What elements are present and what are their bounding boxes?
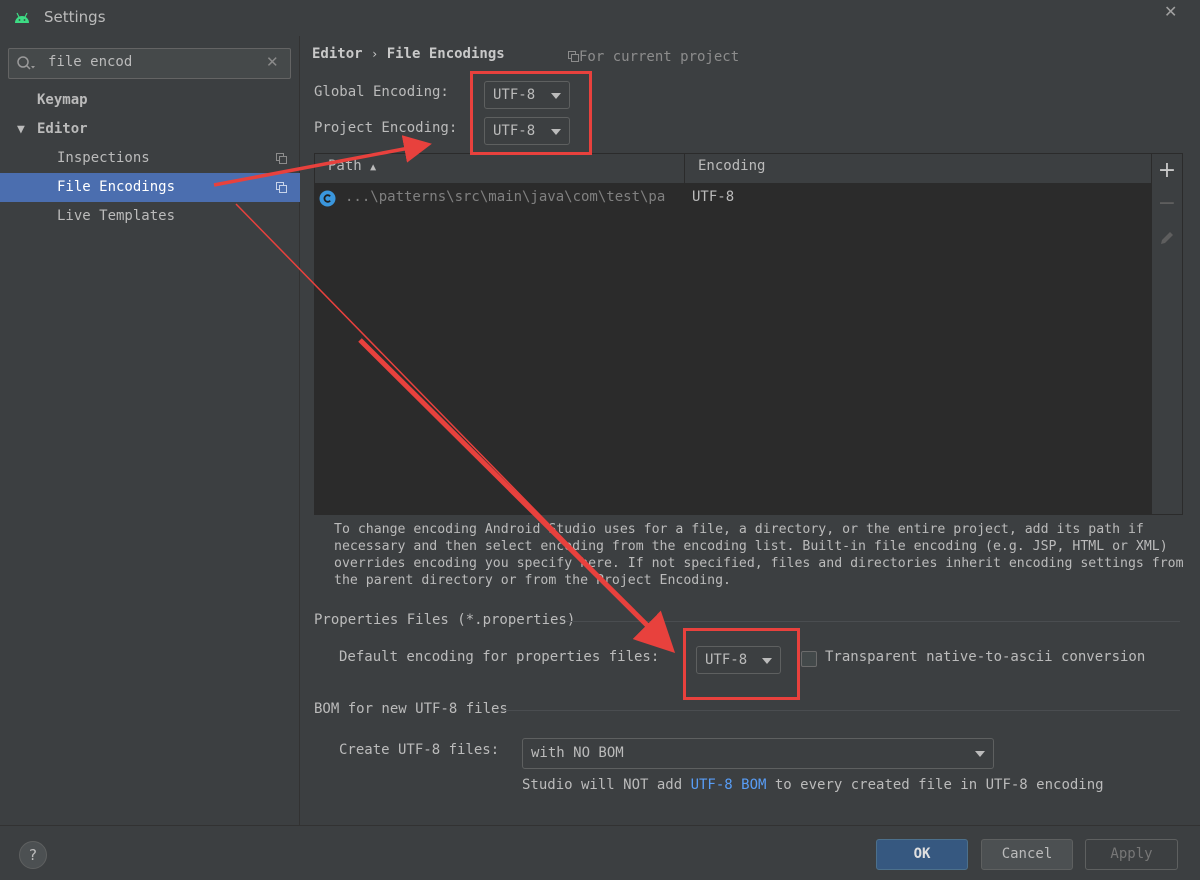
sidebar-item-label: Keymap [37, 92, 88, 108]
sidebar-item-label: Inspections [57, 150, 150, 166]
table-body [315, 184, 1151, 514]
sort-ascending-icon: ▲ [370, 162, 377, 173]
transparent-conversion-checkbox[interactable] [801, 651, 817, 667]
column-divider[interactable] [684, 154, 685, 183]
android-icon [15, 12, 29, 23]
section-divider [566, 621, 1180, 622]
row-encoding: UTF-8 [692, 189, 735, 205]
sidebar-item-live-templates[interactable]: Live Templates [0, 202, 300, 231]
apply-button[interactable]: Apply [1085, 839, 1178, 870]
properties-encoding-label: Default encoding for properties files: [339, 649, 660, 665]
project-encoding-label: Project Encoding: [314, 120, 458, 136]
utf8-bom-link[interactable]: UTF-8 BOM [691, 777, 767, 793]
scope-note-text: For current project [579, 49, 740, 65]
sidebar-item-label: Live Templates [57, 208, 176, 224]
row-path: ...\patterns\src\main\java\com\test\pa [345, 189, 666, 205]
annotation-highlight-box [470, 71, 592, 155]
help-button[interactable]: ? [19, 841, 47, 869]
section-divider [502, 710, 1180, 711]
transparent-conversion-label[interactable]: Transparent native-to-ascii conversion [825, 649, 1145, 665]
breadcrumb: Editor › File Encodings [312, 46, 505, 62]
bom-note-prefix: Studio will NOT add [522, 777, 691, 793]
project-scope-icon [276, 182, 287, 193]
sidebar-item-keymap[interactable]: Keymap [0, 86, 300, 115]
chevron-down-icon [975, 751, 985, 757]
search-icon[interactable] [16, 54, 36, 74]
column-header-path-label: Path [328, 158, 362, 174]
ok-button[interactable]: OK [876, 839, 968, 870]
properties-section-title: Properties Files (*.properties) [314, 612, 576, 628]
sidebar-item-inspections[interactable]: Inspections [0, 144, 300, 173]
sidebar-item-label: File Encodings [57, 179, 176, 195]
project-scope-icon [276, 153, 287, 164]
expand-arrow-icon[interactable]: ▼ [17, 115, 25, 144]
edit-icon[interactable] [1158, 229, 1176, 247]
title-bar [0, 0, 1200, 36]
close-icon[interactable]: ✕ [1164, 2, 1177, 21]
sidebar-item-editor[interactable]: ▼ Editor [0, 115, 300, 144]
column-header-path[interactable]: Path ▲ [328, 158, 376, 174]
annotation-highlight-box [683, 628, 800, 700]
column-header-encoding[interactable]: Encoding [698, 158, 765, 174]
add-icon[interactable]: + [1156, 158, 1178, 183]
create-utf8-label: Create UTF-8 files: [339, 742, 500, 758]
clear-search-icon[interactable]: ✕ [266, 53, 279, 71]
sidebar-item-file-encodings[interactable]: File Encodings [0, 173, 300, 202]
window-title: Settings [44, 8, 106, 26]
table-row[interactable]: ...\patterns\src\main\java\com\test\pa U… [315, 186, 1151, 210]
cancel-button[interactable]: Cancel [981, 839, 1073, 870]
breadcrumb-parent: Editor [312, 46, 363, 62]
search-input[interactable] [48, 52, 258, 72]
scope-note: For current project [568, 49, 739, 65]
bom-section-title: BOM for new UTF-8 files [314, 701, 508, 717]
help-text: To change encoding Android Studio uses f… [334, 522, 1184, 588]
breadcrumb-separator: › [371, 47, 379, 61]
java-class-icon [319, 190, 336, 207]
project-scope-icon [568, 51, 579, 62]
toolbar-divider [1151, 154, 1152, 514]
bom-note-suffix: to every created file in UTF-8 encoding [766, 777, 1104, 793]
breadcrumb-current: File Encodings [386, 46, 505, 62]
global-encoding-label: Global Encoding: [314, 84, 449, 100]
create-utf8-value: with NO BOM [531, 745, 624, 761]
create-utf8-select[interactable]: with NO BOM [522, 738, 994, 769]
sidebar-item-label: Editor [37, 121, 88, 137]
bom-note: Studio will NOT add UTF-8 BOM to every c… [522, 777, 1104, 793]
remove-icon[interactable]: − [1156, 191, 1178, 216]
